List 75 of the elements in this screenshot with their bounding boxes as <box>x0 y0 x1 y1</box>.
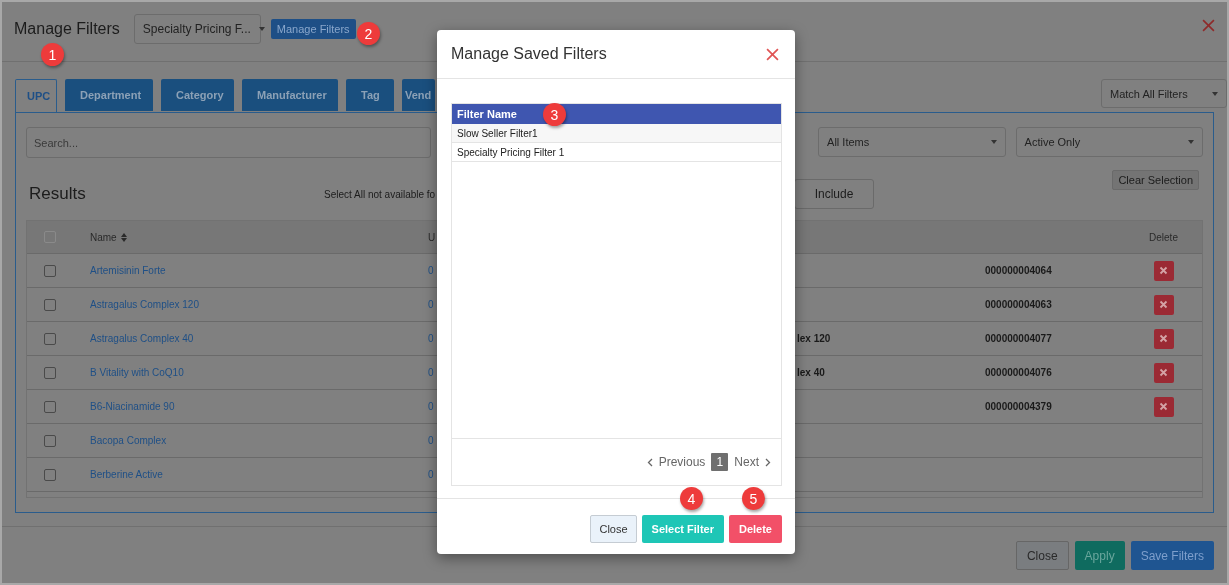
upc-cell-text: 000000004063 <box>984 299 1052 310</box>
column-header[interactable]: Name <box>73 231 127 243</box>
column-header: U <box>428 231 436 243</box>
upc-cell-text: 000000004064 <box>984 265 1052 276</box>
include-button[interactable]: Include <box>794 179 874 209</box>
product-name-link[interactable]: B6-Niacinamide 90 <box>73 401 175 412</box>
product-name-link[interactable]: Bacopa Complex <box>73 435 167 446</box>
product-name-link[interactable]: Berberine Active <box>73 469 163 480</box>
table-cell[interactable]: 0 <box>428 435 434 446</box>
row-checkbox[interactable] <box>44 400 56 413</box>
row-checkbox[interactable] <box>44 298 56 311</box>
filter-tab[interactable]: Tag <box>346 79 394 111</box>
search-field[interactable]: Search... <box>26 127 432 158</box>
table-cell[interactable]: 0 <box>428 401 434 412</box>
filter-select[interactable]: Active Only <box>1015 127 1203 157</box>
clear-selection-button[interactable]: Clear Selection <box>1112 170 1199 190</box>
page-number[interactable]: 1 <box>711 453 729 471</box>
filter-select[interactable]: All Items <box>818 127 1006 157</box>
filter-tab[interactable]: Category <box>161 79 234 111</box>
callout-badge: 2 <box>357 22 380 45</box>
table-cell[interactable]: 0 <box>428 469 434 480</box>
sort-icon[interactable] <box>120 232 127 242</box>
table-cell[interactable]: 0 <box>428 367 434 378</box>
dialog-title: Manage Saved Filters <box>451 45 607 63</box>
product-name-link[interactable]: Astragalus Complex 40 <box>73 333 194 344</box>
row-checkbox[interactable] <box>44 264 56 277</box>
filter-tab[interactable]: Manufacturer <box>242 79 338 111</box>
close-icon[interactable] <box>766 47 779 61</box>
previous-page-link[interactable]: Previous <box>646 455 706 469</box>
table-cell[interactable]: 0 <box>428 299 434 310</box>
row-checkbox[interactable] <box>44 434 56 447</box>
filter-tab[interactable]: Department <box>65 79 153 111</box>
results-title: Results <box>29 184 87 204</box>
row-checkbox[interactable] <box>44 468 56 481</box>
footer-button[interactable]: Apply <box>1074 541 1125 570</box>
x-icon <box>1159 300 1168 309</box>
footer-button[interactable]: Save Filters <box>1130 541 1214 570</box>
x-icon <box>1159 334 1168 343</box>
delete-row-button[interactable] <box>1153 260 1174 281</box>
filter-tab[interactable]: UPC <box>15 79 57 112</box>
dialog-button[interactable]: Close <box>590 514 637 543</box>
close-icon[interactable] <box>1202 19 1215 32</box>
upc-cell-text: 000000004076 <box>984 367 1052 378</box>
x-icon <box>1159 368 1168 377</box>
next-page-link[interactable]: Next <box>734 455 771 469</box>
delete-row-button[interactable] <box>1153 294 1174 315</box>
product-name-link[interactable]: B Vitality with CoQ10 <box>73 367 184 378</box>
x-icon <box>1159 266 1168 275</box>
window-title: Manage Filters <box>14 19 120 38</box>
chevron-right-icon <box>765 457 771 467</box>
filter-tab[interactable]: Vend <box>402 79 435 111</box>
x-icon <box>1159 402 1168 411</box>
footer-button[interactable]: Close <box>1015 541 1069 570</box>
chevron-left-icon <box>646 457 653 467</box>
table-cell-text: lex 120 <box>796 333 831 344</box>
table-cell[interactable]: 0 <box>428 333 434 344</box>
upc-cell-text: 000000004077 <box>984 333 1052 344</box>
dialog-button[interactable]: Delete <box>728 514 782 543</box>
manage-filters-button[interactable]: Manage Filters <box>270 18 356 39</box>
delete-row-button[interactable] <box>1153 328 1174 349</box>
upc-cell-text: 000000004379 <box>984 401 1052 412</box>
product-name-link[interactable]: Astragalus Complex 120 <box>73 299 199 310</box>
delete-row-button[interactable] <box>1153 362 1174 383</box>
dialog-button[interactable]: Select Filter <box>641 514 724 543</box>
table-cell-text: lex 40 <box>796 367 825 378</box>
row-checkbox[interactable] <box>44 332 56 345</box>
row-checkbox[interactable] <box>44 366 56 379</box>
match-filters-select[interactable]: Match All Filters <box>1101 79 1227 108</box>
table-cell[interactable]: 0 <box>428 265 434 276</box>
saved-filter-row[interactable]: Slow Seller Filter1 <box>452 124 781 143</box>
delete-row-button[interactable] <box>1153 396 1174 417</box>
column-header: Delete <box>1149 231 1178 243</box>
callout-badge: 1 <box>41 43 64 66</box>
select-all-note: Select All not available fo <box>324 188 436 200</box>
product-name-link[interactable]: Artemisinin Forte <box>73 265 166 276</box>
